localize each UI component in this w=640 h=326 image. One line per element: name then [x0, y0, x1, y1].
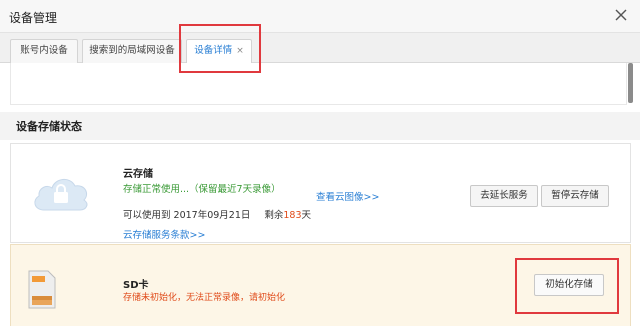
cloud-lock-icon	[34, 179, 88, 211]
upper-content-panel	[10, 63, 627, 105]
valid-until-text: 可以使用到 2017年09月21日	[123, 210, 251, 221]
remaining-days: 183	[283, 210, 302, 221]
cloud-terms-link[interactable]: 云存储服务条款>>	[123, 227, 205, 241]
section-header-bar	[0, 112, 640, 140]
tab-close-icon[interactable]: ×	[236, 46, 244, 56]
remaining-unit: 天	[301, 210, 312, 221]
sd-card-name: SD卡	[123, 280, 149, 291]
cloud-validity-row: 可以使用到 2017年09月21日 剩余183天	[123, 207, 311, 221]
close-icon[interactable]	[612, 6, 630, 24]
title-bar: 设备管理	[0, 0, 640, 33]
tab-label: 账号内设备	[20, 45, 68, 56]
tab-bar: 账号内设备 搜索到的局域网设备 设备详情 ×	[0, 33, 640, 64]
view-cloud-images-link[interactable]: 查看云图像>>	[316, 189, 379, 203]
tab-label: 设备详情	[194, 45, 233, 56]
scrollbar[interactable]	[628, 63, 633, 103]
cloud-storage-status: 存储正常使用...（保留最近7天录像）	[123, 184, 281, 195]
tab-device-details[interactable]: 设备详情 ×	[186, 39, 252, 64]
sd-card-status: 存储未初始化，无法正常录像，请初始化	[123, 293, 286, 303]
tab-lan-devices[interactable]: 搜索到的局域网设备	[82, 39, 182, 63]
tab-account-devices[interactable]: 账号内设备	[10, 39, 78, 63]
initialize-storage-button[interactable]: 初始化存储	[534, 274, 604, 296]
section-title: 设备存储状态	[16, 120, 82, 133]
window-title: 设备管理	[9, 11, 58, 25]
sd-card-icon	[28, 270, 56, 309]
remaining-label: 剩余	[264, 210, 284, 221]
tab-label: 搜索到的局域网设备	[89, 45, 175, 56]
extend-service-button[interactable]: 去延长服务	[470, 185, 538, 207]
pause-cloud-storage-button[interactable]: 暂停云存储	[541, 185, 609, 207]
cloud-storage-name: 云存储	[123, 169, 153, 180]
